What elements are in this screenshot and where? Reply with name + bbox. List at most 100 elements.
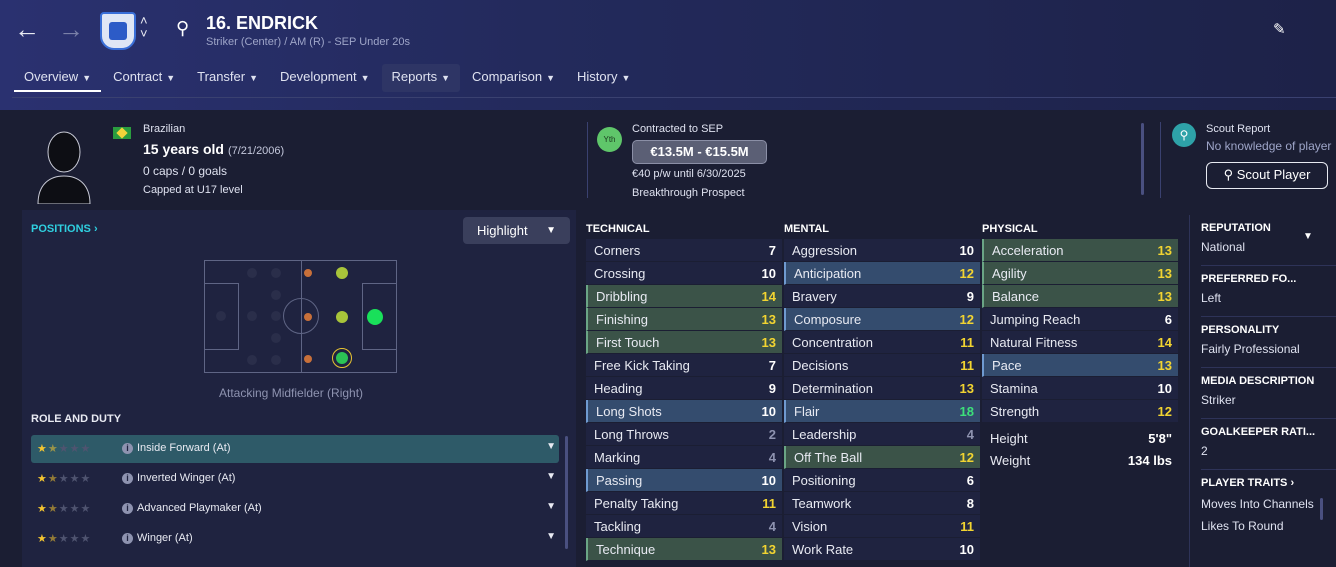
sidebar-divider xyxy=(1201,367,1336,368)
attr-row-heading[interactable]: Heading 9 xyxy=(586,377,782,400)
tab-history[interactable]: History ▼ xyxy=(567,64,640,92)
brazil-flag-icon xyxy=(113,127,131,139)
attr-row-balance[interactable]: Balance 13 xyxy=(982,285,1178,308)
bio-scrollbar[interactable] xyxy=(1141,123,1144,195)
tab-development[interactable]: Development ▼ xyxy=(270,64,380,92)
tab-comparison[interactable]: Comparison ▼ xyxy=(462,64,565,92)
attr-row-crossing[interactable]: Crossing 10 xyxy=(586,262,782,285)
attr-row-stamina[interactable]: Stamina 10 xyxy=(982,377,1178,400)
tab-transfer[interactable]: Transfer ▼ xyxy=(187,64,268,92)
position-dot-ml xyxy=(304,269,312,277)
traits-scrollbar[interactable] xyxy=(1320,498,1323,520)
scout-magnifier-icon: ⚲ xyxy=(1172,123,1196,147)
role-rating-stars: ★★★★★ xyxy=(37,503,92,515)
attr-row-marking[interactable]: Marking 4 xyxy=(586,446,782,469)
player-avatar-silhouette xyxy=(37,131,91,204)
position-dot-amc xyxy=(336,311,348,323)
info-icon[interactable]: i xyxy=(122,533,133,544)
attr-row-leadership[interactable]: Leadership 4 xyxy=(784,423,980,446)
attr-row-bravery[interactable]: Bravery 9 xyxy=(784,285,980,308)
attr-row-acceleration[interactable]: Acceleration 13 xyxy=(982,239,1178,262)
chevron-down-icon[interactable]: ▼ xyxy=(546,441,556,452)
forward-arrow-icon[interactable]: → xyxy=(56,14,86,44)
attr-row-vision[interactable]: Vision 11 xyxy=(784,515,980,538)
attr-row-work-rate[interactable]: Work Rate 10 xyxy=(784,538,980,561)
info-icon[interactable]: i xyxy=(122,443,133,454)
tab-reports[interactable]: Reports ▼ xyxy=(381,64,460,92)
player-positions-subtitle: Striker (Center) / AM (R) - SEP Under 20… xyxy=(206,36,410,48)
attr-row-corners[interactable]: Corners 7 xyxy=(586,239,782,262)
roles-scrollbar[interactable] xyxy=(565,436,568,549)
attr-row-long-throws[interactable]: Long Throws 2 xyxy=(586,423,782,446)
attr-row-penalty-taking[interactable]: Penalty Taking 11 xyxy=(586,492,782,515)
contract-label: Contracted to SEP xyxy=(632,123,724,135)
edit-pencil-icon[interactable]: ✎ xyxy=(1273,20,1286,38)
position-dot xyxy=(271,333,281,343)
attr-row-agility[interactable]: Agility 13 xyxy=(982,262,1178,285)
attr-row-passing[interactable]: Passing 10 xyxy=(586,469,782,492)
role-row-inverted-winger[interactable]: ★★★★★ i Inverted Winger (At) ▼ xyxy=(31,465,559,493)
physical-header: PHYSICAL xyxy=(982,223,1038,235)
role-rating-stars: ★★★★★ xyxy=(37,443,92,455)
chevron-down-icon: ▼ xyxy=(621,73,631,83)
role-name: Advanced Playmaker (At) xyxy=(137,502,262,514)
attr-row-anticipation[interactable]: Anticipation 12 xyxy=(784,262,980,285)
search-icon: ⚲ xyxy=(1223,167,1234,182)
chevron-down-icon: ▼ xyxy=(546,225,556,236)
attr-row-off-the-ball[interactable]: Off The Ball 12 xyxy=(784,446,980,469)
chevron-down-icon: ▼ xyxy=(82,73,92,83)
attr-row-tackling[interactable]: Tackling 4 xyxy=(586,515,782,538)
attr-row-jumping-reach[interactable]: Jumping Reach 6 xyxy=(982,308,1178,331)
attr-row-aggression[interactable]: Aggression 10 xyxy=(784,239,980,262)
attr-row-pace[interactable]: Pace 13 xyxy=(982,354,1178,377)
attr-row-strength[interactable]: Strength 12 xyxy=(982,400,1178,423)
player-trait: Likes To Round xyxy=(1201,519,1284,533)
attr-row-first-touch[interactable]: First Touch 13 xyxy=(586,331,782,354)
club-crest[interactable] xyxy=(100,12,136,50)
attr-row-long-shots[interactable]: Long Shots 10 xyxy=(586,400,782,423)
back-arrow-icon[interactable]: ← xyxy=(12,14,42,44)
attr-row-technique[interactable]: Technique 13 xyxy=(586,538,782,561)
chevron-down-icon: ▼ xyxy=(441,73,450,83)
role-row-advanced-playmaker[interactable]: ★★★★★ i Advanced Playmaker (At) ▼ xyxy=(31,495,559,523)
attr-row-composure[interactable]: Composure 12 xyxy=(784,308,980,331)
goalkeeper-rating-section: GOALKEEPER RATI... 2 xyxy=(1201,426,1336,458)
role-row-winger[interactable]: ★★★★★ i Winger (At) ▼ xyxy=(31,525,559,553)
tab-overview[interactable]: Overview ▼ xyxy=(14,64,102,92)
role-row-inside-forward[interactable]: ★★★★★ i Inside Forward (At) ▼ xyxy=(31,435,559,463)
attr-row-natural-fitness[interactable]: Natural Fitness 14 xyxy=(982,331,1178,354)
reputation-section: REPUTATION National xyxy=(1201,222,1336,254)
search-icon[interactable]: ⚲ xyxy=(176,18,189,39)
attr-row-free-kick-taking[interactable]: Free Kick Taking 7 xyxy=(586,354,782,377)
attr-row-flair[interactable]: Flair 18 xyxy=(784,400,980,423)
crest-up-down-chevron-icon[interactable]: ˄ ˅ xyxy=(140,14,148,40)
chevron-down-icon[interactable]: ▼ xyxy=(546,531,556,542)
chevron-down-icon[interactable]: ▼ xyxy=(546,501,556,512)
tab-contract[interactable]: Contract ▼ xyxy=(103,64,185,92)
attr-row-concentration[interactable]: Concentration 11 xyxy=(784,331,980,354)
youth-badge: Yth xyxy=(597,127,622,152)
attr-row-teamwork[interactable]: Teamwork 8 xyxy=(784,492,980,515)
reputation-chevron-down-icon[interactable]: ▼ xyxy=(1303,231,1313,242)
attr-row-finishing[interactable]: Finishing 13 xyxy=(586,308,782,331)
attr-row-positioning[interactable]: Positioning 6 xyxy=(784,469,980,492)
info-icon[interactable]: i xyxy=(122,473,133,484)
attr-row-determination[interactable]: Determination 13 xyxy=(784,377,980,400)
bio-divider xyxy=(587,122,588,198)
info-icon[interactable]: i xyxy=(122,503,133,514)
highlight-dropdown[interactable]: Highlight ▼ xyxy=(463,217,570,244)
height-value: 5'8" xyxy=(1148,431,1172,446)
player-age: 15 years old (7/21/2006) xyxy=(143,141,285,157)
chevron-down-icon[interactable]: ▼ xyxy=(546,471,556,482)
positions-header[interactable]: POSITIONS › xyxy=(31,223,98,235)
attr-row-dribbling[interactable]: Dribbling 14 xyxy=(586,285,782,308)
scout-player-button[interactable]: ⚲ Scout Player xyxy=(1206,162,1328,189)
preferred-foot-label: PREFERRED FO... xyxy=(1201,273,1297,285)
attr-row-decisions[interactable]: Decisions 11 xyxy=(784,354,980,377)
personality-label: PERSONALITY xyxy=(1201,324,1280,336)
transfer-value-pill[interactable]: €13.5M - €15.5M xyxy=(632,140,767,164)
position-dot xyxy=(247,311,257,321)
position-dot-aml xyxy=(336,267,348,279)
weight-row: Weight 134 lbs xyxy=(990,453,1172,468)
player-traits-header[interactable]: PLAYER TRAITS › xyxy=(1201,477,1336,489)
